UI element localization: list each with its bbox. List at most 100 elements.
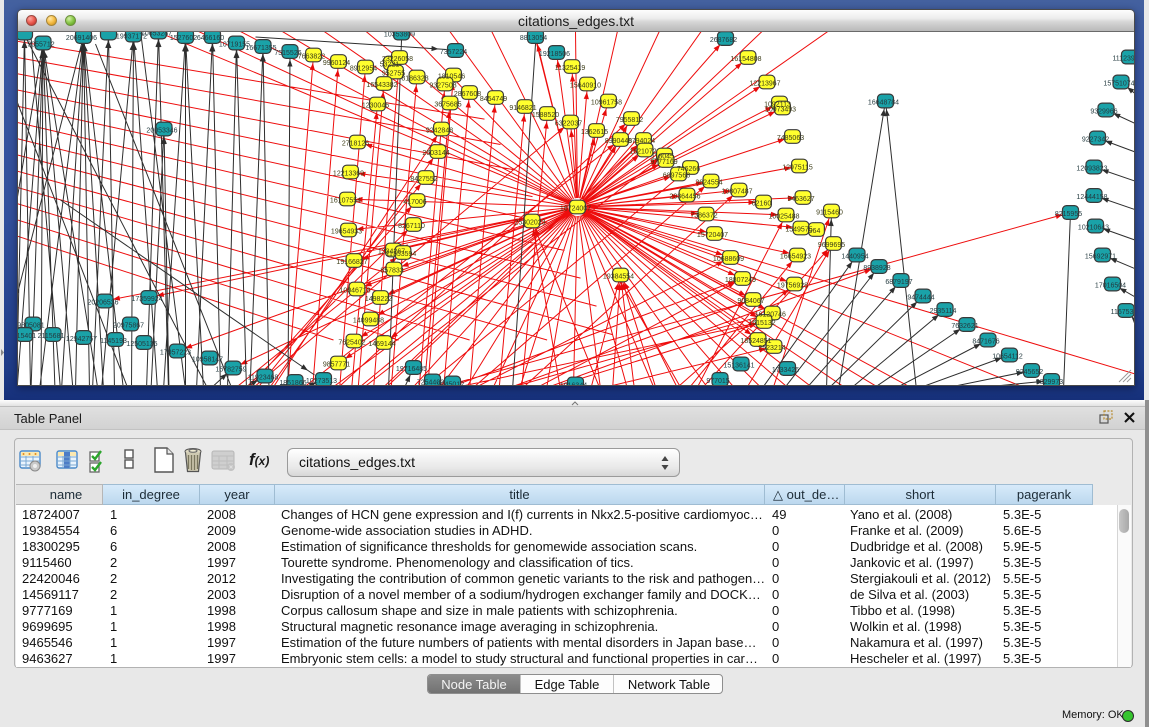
svg-text:9227342: 9227342 — [1082, 136, 1109, 143]
svg-text:16782759: 16782759 — [215, 366, 246, 373]
svg-text:19654933: 19654933 — [331, 228, 362, 235]
svg-text:20206536: 20206536 — [87, 299, 118, 306]
svg-text:1440954: 1440954 — [841, 253, 868, 260]
svg-text:9146821: 9146821 — [509, 105, 536, 112]
svg-text:12942757: 12942757 — [66, 336, 97, 343]
svg-text:9857771: 9857771 — [323, 361, 350, 368]
svg-text:19716485: 19716485 — [396, 366, 427, 373]
svg-text:9463627: 9463627 — [787, 196, 814, 203]
svg-text:9474444: 9474444 — [907, 294, 934, 301]
svg-text:3675685: 3675685 — [434, 101, 461, 108]
svg-text:8454749: 8454749 — [480, 96, 507, 103]
svg-text:3624554: 3624554 — [695, 179, 722, 186]
svg-text:7357224: 7357224 — [440, 49, 467, 56]
svg-text:9245652: 9245652 — [1016, 369, 1043, 376]
svg-text:9329973: 9329973 — [1036, 379, 1063, 385]
svg-text:1230046: 1230046 — [362, 102, 389, 109]
svg-text:1916344: 1916344 — [560, 382, 587, 385]
svg-text:15692971: 15692971 — [1085, 253, 1116, 260]
svg-text:7632621: 7632621 — [951, 323, 978, 330]
svg-text:10958147: 10958147 — [192, 356, 223, 363]
svg-text:7254402: 7254402 — [417, 379, 444, 385]
svg-text:6322037: 6322037 — [555, 120, 582, 127]
svg-text:9084067: 9084067 — [737, 298, 764, 305]
svg-text:12444158: 12444158 — [1076, 194, 1107, 201]
svg-text:9777169: 9777169 — [650, 159, 677, 166]
svg-text:10653287: 10653287 — [141, 32, 172, 37]
svg-text:15136141: 15136141 — [723, 362, 754, 369]
svg-text:16543382: 16543382 — [366, 82, 397, 89]
svg-text:12213967: 12213967 — [749, 80, 780, 87]
svg-text:10688609: 10688609 — [713, 256, 744, 263]
svg-text:2718126: 2718126 — [342, 140, 369, 147]
svg-text:3915401: 3915401 — [18, 333, 36, 340]
svg-text:8938928: 8938928 — [863, 265, 890, 272]
svg-text:12093823: 12093823 — [1076, 165, 1107, 172]
svg-text:10654112: 10654112 — [992, 353, 1023, 360]
svg-text:6879197: 6879197 — [885, 279, 912, 286]
svg-text:9699695: 9699695 — [818, 242, 845, 249]
svg-text:9329966: 9329966 — [1090, 108, 1117, 115]
svg-text:9805081: 9805081 — [18, 322, 45, 329]
svg-text:20053346: 20053346 — [146, 127, 177, 134]
svg-text:19384554: 19384554 — [603, 273, 634, 280]
svg-text:8813054: 8813054 — [520, 35, 547, 42]
svg-text:7663822: 7663822 — [298, 53, 325, 60]
svg-text:857833: 857833 — [380, 267, 403, 274]
svg-text:20364456: 20364456 — [669, 193, 700, 200]
svg-text:11923468: 11923468 — [248, 374, 279, 381]
svg-text:6794024: 6794024 — [628, 138, 655, 145]
svg-text:10046718: 10046718 — [339, 287, 370, 294]
svg-text:16154808: 16154808 — [730, 56, 761, 63]
svg-text:19166827: 19166827 — [336, 259, 367, 266]
svg-text:23226058: 23226058 — [382, 56, 413, 63]
svg-text:9115460: 9115460 — [816, 209, 843, 216]
svg-text:12975115: 12975115 — [782, 164, 813, 171]
svg-text:20975867: 20975867 — [113, 322, 144, 329]
svg-text:15640910: 15640910 — [570, 82, 601, 89]
svg-text:8215955: 8215955 — [1055, 211, 1082, 218]
svg-text:14099488: 14099488 — [353, 317, 384, 324]
svg-text:8427552: 8427552 — [410, 176, 437, 183]
svg-text:20691406: 20691406 — [66, 35, 97, 42]
svg-text:17016504: 17016504 — [1095, 282, 1126, 289]
svg-text:1527602: 1527602 — [170, 35, 197, 42]
svg-text:11325419: 11325419 — [555, 65, 586, 72]
svg-text:1810546: 1810546 — [438, 73, 465, 80]
svg-text:10353809: 10353809 — [384, 32, 415, 38]
svg-text:16654923: 16654923 — [780, 253, 811, 260]
svg-text:1145193: 1145193 — [100, 338, 127, 345]
svg-text:7955812: 7955812 — [616, 117, 643, 124]
svg-text:2935114: 2935114 — [930, 308, 957, 315]
svg-text:2867608: 2867608 — [454, 91, 481, 98]
svg-text:8471676: 8471676 — [972, 338, 999, 345]
svg-text:9055712: 9055712 — [27, 41, 54, 48]
svg-text:7485063: 7485063 — [777, 135, 804, 142]
svg-text:9327508: 9327508 — [429, 82, 456, 89]
svg-text:25302023: 25302023 — [514, 219, 545, 226]
svg-text:11353594: 11353594 — [386, 251, 417, 258]
svg-text:1167538: 1167538 — [1111, 309, 1134, 316]
svg-text:18807249: 18807249 — [725, 277, 756, 284]
svg-text:6897568: 6897568 — [663, 172, 690, 179]
svg-text:11123943: 11123943 — [1112, 55, 1134, 62]
svg-text:10973493: 10973493 — [765, 106, 796, 113]
svg-text:417006: 417006 — [403, 199, 426, 206]
svg-text:8186328: 8186328 — [401, 75, 428, 82]
svg-text:10807487: 10807487 — [721, 188, 752, 195]
svg-text:1615132: 1615132 — [748, 320, 775, 327]
svg-text:2603144: 2603144 — [422, 150, 449, 157]
svg-text:7386372: 7386372 — [690, 212, 717, 219]
svg-text:10210643: 10210643 — [1078, 224, 1109, 231]
svg-text:18724007: 18724007 — [560, 205, 591, 212]
svg-text:19218506: 19218506 — [539, 51, 570, 58]
svg-text:1469144: 1469144 — [368, 341, 395, 348]
svg-text:17957223: 17957223 — [160, 349, 191, 356]
svg-text:16107554: 16107554 — [330, 197, 361, 204]
svg-text:16648784: 16648784 — [868, 99, 899, 106]
svg-text:1733426: 1733426 — [772, 367, 799, 374]
svg-text:10273513: 10273513 — [306, 378, 337, 385]
svg-text:8912954: 8912954 — [350, 65, 377, 72]
svg-text:16120746: 16120746 — [755, 311, 786, 318]
svg-text:12505135: 12505135 — [126, 341, 157, 348]
